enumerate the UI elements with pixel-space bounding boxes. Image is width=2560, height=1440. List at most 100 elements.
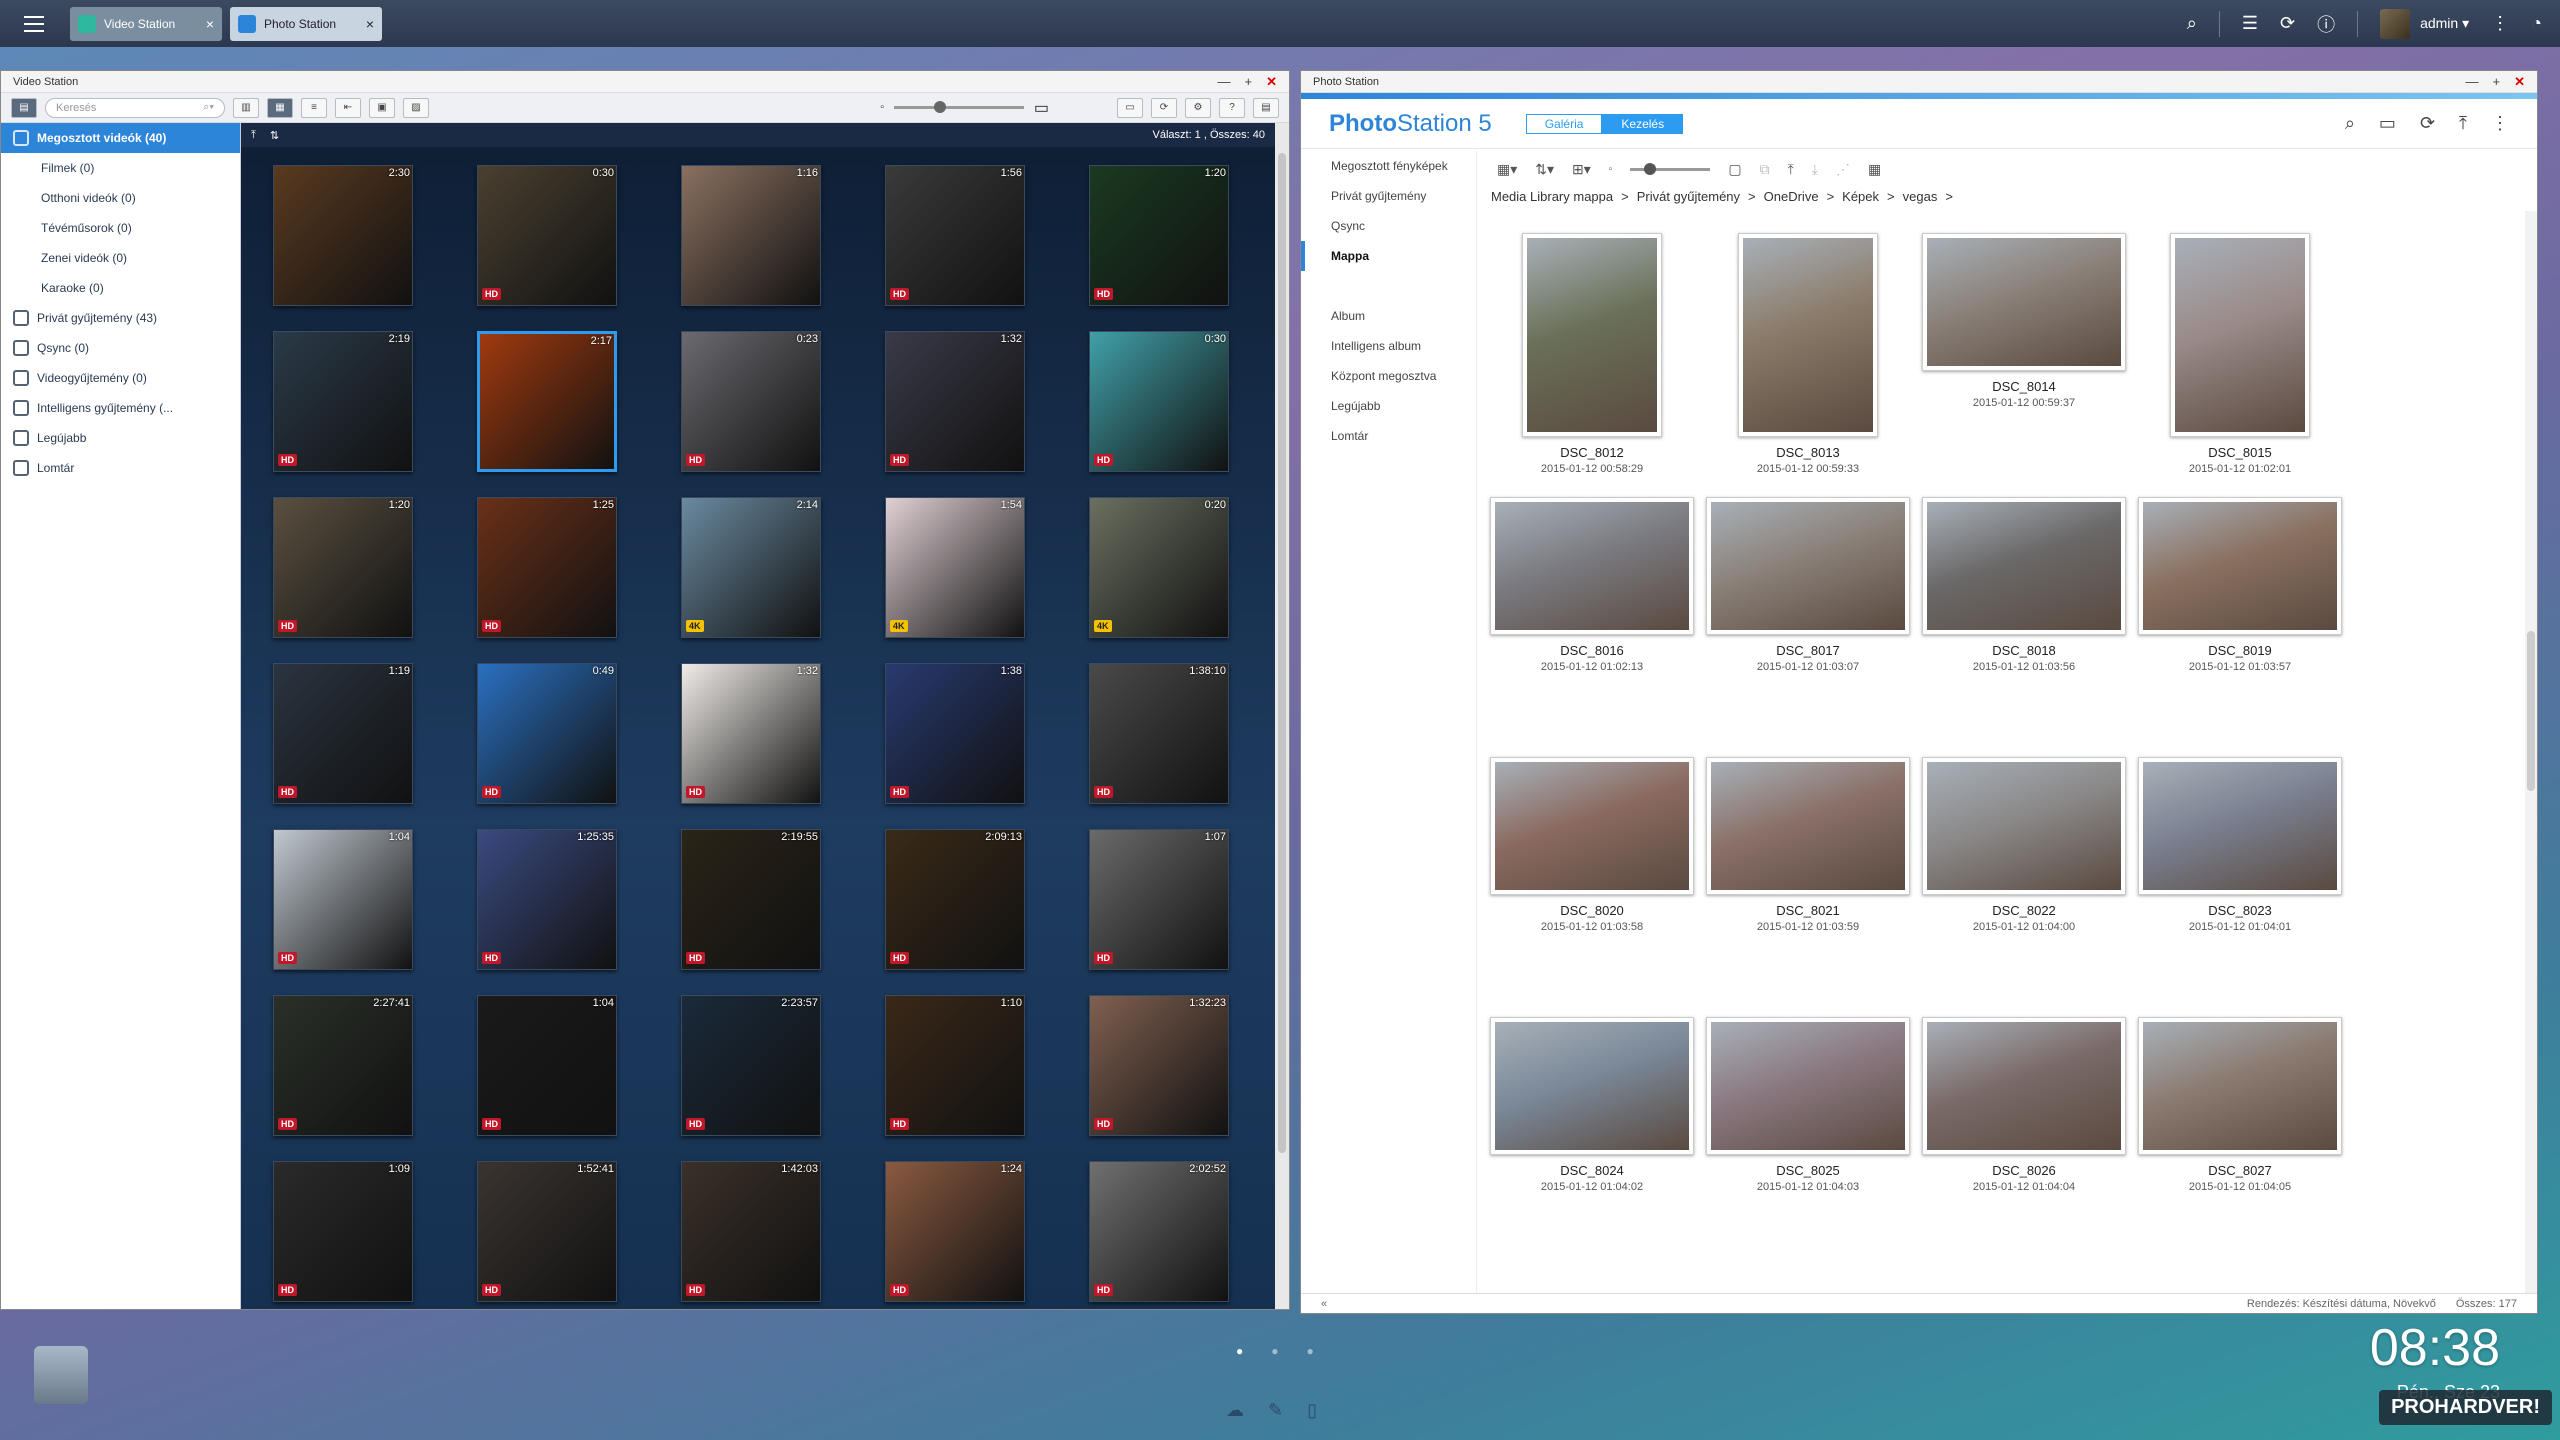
- upload-icon[interactable]: ⤒: [251, 129, 256, 142]
- upload-icon[interactable]: ⤒: [1788, 161, 1794, 178]
- video-thumbnail[interactable]: 2:30: [273, 165, 413, 306]
- sidebar-item[interactable]: Zenei videók (0): [1, 243, 240, 273]
- search-icon[interactable]: ⌕: [2345, 113, 2355, 134]
- photo-item[interactable]: DSC_8018 2015-01-12 01:03:56: [1921, 493, 2127, 753]
- view-mode-icon[interactable]: ▦▾: [1497, 161, 1517, 178]
- video-thumbnail[interactable]: 1:32 HD: [885, 331, 1025, 472]
- video-thumbnail[interactable]: 2:27:41 HD: [273, 995, 413, 1136]
- collapse-icon[interactable]: «: [1321, 1298, 1327, 1310]
- cloud-icon[interactable]: ☁: [1226, 1400, 1244, 1421]
- video-thumbnail[interactable]: 2:19:55 HD: [681, 829, 821, 970]
- sidebar-item[interactable]: Intelligens album: [1301, 331, 1476, 361]
- photo-thumbnail[interactable]: [1490, 497, 1694, 635]
- photo-item[interactable]: DSC_8017 2015-01-12 01:03:07: [1705, 493, 1911, 753]
- more-icon[interactable]: ⋮: [2491, 113, 2509, 134]
- breadcrumb-item[interactable]: Privát gyűjtemény: [1637, 189, 1740, 204]
- video-thumbnail[interactable]: 1:56 HD: [885, 165, 1025, 306]
- photo-thumbnail[interactable]: [1706, 1017, 1910, 1155]
- video-thumbnail[interactable]: 2:14 4K: [681, 497, 821, 638]
- slider-track[interactable]: [893, 101, 1024, 113]
- photo-item[interactable]: DSC_8022 2015-01-12 01:04:00: [1921, 753, 2127, 1013]
- sort-icon[interactable]: ⇅▾: [1535, 161, 1554, 178]
- video-thumbnail[interactable]: 2:09:13 HD: [885, 829, 1025, 970]
- video-thumbnail[interactable]: 1:09 HD: [273, 1161, 413, 1302]
- sidebar-item[interactable]: Tévéműsorok (0): [1, 213, 240, 243]
- video-thumbnail[interactable]: 1:07 HD: [1089, 829, 1229, 970]
- video-thumbnail[interactable]: 1:38:10 HD: [1089, 663, 1229, 804]
- photo-item[interactable]: DSC_8024 2015-01-12 01:04:02: [1489, 1013, 1695, 1273]
- video-thumbnail[interactable]: 0:49 HD: [477, 663, 617, 804]
- close-icon[interactable]: ✕: [1266, 74, 1277, 90]
- video-thumbnail[interactable]: 0:30 HD: [477, 165, 617, 306]
- main-menu-icon[interactable]: [14, 4, 54, 44]
- maximize-icon[interactable]: +: [1245, 74, 1253, 90]
- video-thumbnail[interactable]: 1:25:35 HD: [477, 829, 617, 970]
- sidebar-item[interactable]: Privát gyűjtemény (43): [1, 303, 240, 333]
- sidebar-item[interactable]: Legújabb: [1, 423, 240, 453]
- select-all-icon[interactable]: ▦: [1868, 161, 1881, 178]
- video-thumbnail[interactable]: 0:30 HD: [1089, 331, 1229, 472]
- scrollbar[interactable]: [2525, 211, 2537, 1293]
- sort-icon[interactable]: ⇅: [270, 129, 279, 142]
- timeline-view-button[interactable]: ⇤: [335, 97, 361, 118]
- video-thumbnail[interactable]: 2:23:57 HD: [681, 995, 821, 1136]
- video-thumbnail[interactable]: 1:32 HD: [681, 663, 821, 804]
- tab-video-station[interactable]: Video Station ×: [70, 6, 222, 41]
- slider-handle[interactable]: [1644, 162, 1657, 175]
- maximize-icon[interactable]: +: [2493, 74, 2501, 90]
- cast-icon[interactable]: ▭: [2379, 113, 2396, 134]
- sidebar-item[interactable]: Filmek (0): [1, 153, 240, 183]
- photo-item[interactable]: DSC_8021 2015-01-12 01:03:59: [1705, 753, 1911, 1013]
- video-thumbnail[interactable]: 1:38 HD: [885, 663, 1025, 804]
- panel-toggle-button[interactable]: ▤: [1253, 97, 1279, 118]
- video-thumbnail[interactable]: 1:42:03 HD: [681, 1161, 821, 1302]
- sidebar-item[interactable]: Karaoke (0): [1, 273, 240, 303]
- video-thumbnail[interactable]: 1:19 HD: [273, 663, 413, 804]
- sidebar-item[interactable]: Album: [1301, 301, 1476, 331]
- sidebar-item[interactable]: Qsync: [1301, 211, 1476, 241]
- photo-thumbnail[interactable]: [2138, 497, 2342, 635]
- copy-icon[interactable]: ⧉: [1760, 161, 1770, 178]
- scrollbar-thumb[interactable]: [1278, 153, 1286, 1153]
- zoom-slider[interactable]: ▫ ▭: [880, 98, 1049, 118]
- page-dot[interactable]: ●: [1271, 1344, 1278, 1358]
- sidebar-toggle-button[interactable]: ▤: [11, 97, 37, 118]
- video-thumbnail[interactable]: 1:25 HD: [477, 497, 617, 638]
- video-thumbnail[interactable]: 2:17: [477, 331, 617, 472]
- photo-thumbnail[interactable]: [1706, 497, 1910, 635]
- video-thumbnail[interactable]: 1:54 4K: [885, 497, 1025, 638]
- video-thumbnail[interactable]: 0:23 HD: [681, 331, 821, 472]
- close-icon[interactable]: ×: [366, 16, 374, 32]
- tab-photo-station[interactable]: Photo Station ×: [230, 6, 382, 41]
- photo-item[interactable]: DSC_8023 2015-01-12 01:04:01: [2137, 753, 2343, 1013]
- dashboard-icon[interactable]: ◔: [2531, 13, 2542, 34]
- refresh-icon[interactable]: ⟳: [2420, 113, 2435, 134]
- breadcrumb-item[interactable]: Képek: [1842, 189, 1879, 204]
- thumbnail-view-button[interactable]: ▦: [267, 97, 293, 118]
- detail-view-button[interactable]: ≡: [301, 97, 327, 118]
- page-dot[interactable]: ●: [1307, 1344, 1314, 1358]
- photo-thumbnail[interactable]: [2138, 757, 2342, 895]
- photo-item[interactable]: DSC_8020 2015-01-12 01:03:58: [1489, 753, 1695, 1013]
- close-icon[interactable]: ✕: [2514, 74, 2525, 90]
- photo-thumbnail[interactable]: [1922, 1017, 2126, 1155]
- video-thumbnail[interactable]: 1:20 HD: [1089, 165, 1229, 306]
- search-input[interactable]: Keresés ⌕▾: [45, 97, 225, 118]
- slideshow-button[interactable]: ▨: [403, 97, 429, 118]
- breadcrumb-item[interactable]: Media Library mappa: [1491, 189, 1613, 204]
- folder-view-button[interactable]: ▣: [369, 97, 395, 118]
- photo-item[interactable]: DSC_8027 2015-01-12 01:04:05: [2137, 1013, 2343, 1273]
- zoom-slider[interactable]: [1630, 162, 1711, 175]
- video-thumbnail[interactable]: 1:10 HD: [885, 995, 1025, 1136]
- breadcrumb-item[interactable]: vegas: [1903, 189, 1938, 204]
- sidebar-item[interactable]: Privát gyűjtemény: [1301, 181, 1476, 211]
- video-thumbnail[interactable]: 1:20 HD: [273, 497, 413, 638]
- photo-thumbnail[interactable]: [1738, 233, 1878, 437]
- photo-item[interactable]: DSC_8026 2015-01-12 01:04:04: [1921, 1013, 2127, 1273]
- settings-button[interactable]: ⚙: [1185, 97, 1211, 118]
- photo-thumbnail[interactable]: [1490, 1017, 1694, 1155]
- scrollbar[interactable]: [1275, 123, 1289, 1309]
- download-icon[interactable]: ⤓: [1812, 161, 1818, 178]
- search-icon[interactable]: ⌕: [2187, 13, 2197, 34]
- photo-item[interactable]: DSC_8012 2015-01-12 00:58:29: [1489, 233, 1695, 493]
